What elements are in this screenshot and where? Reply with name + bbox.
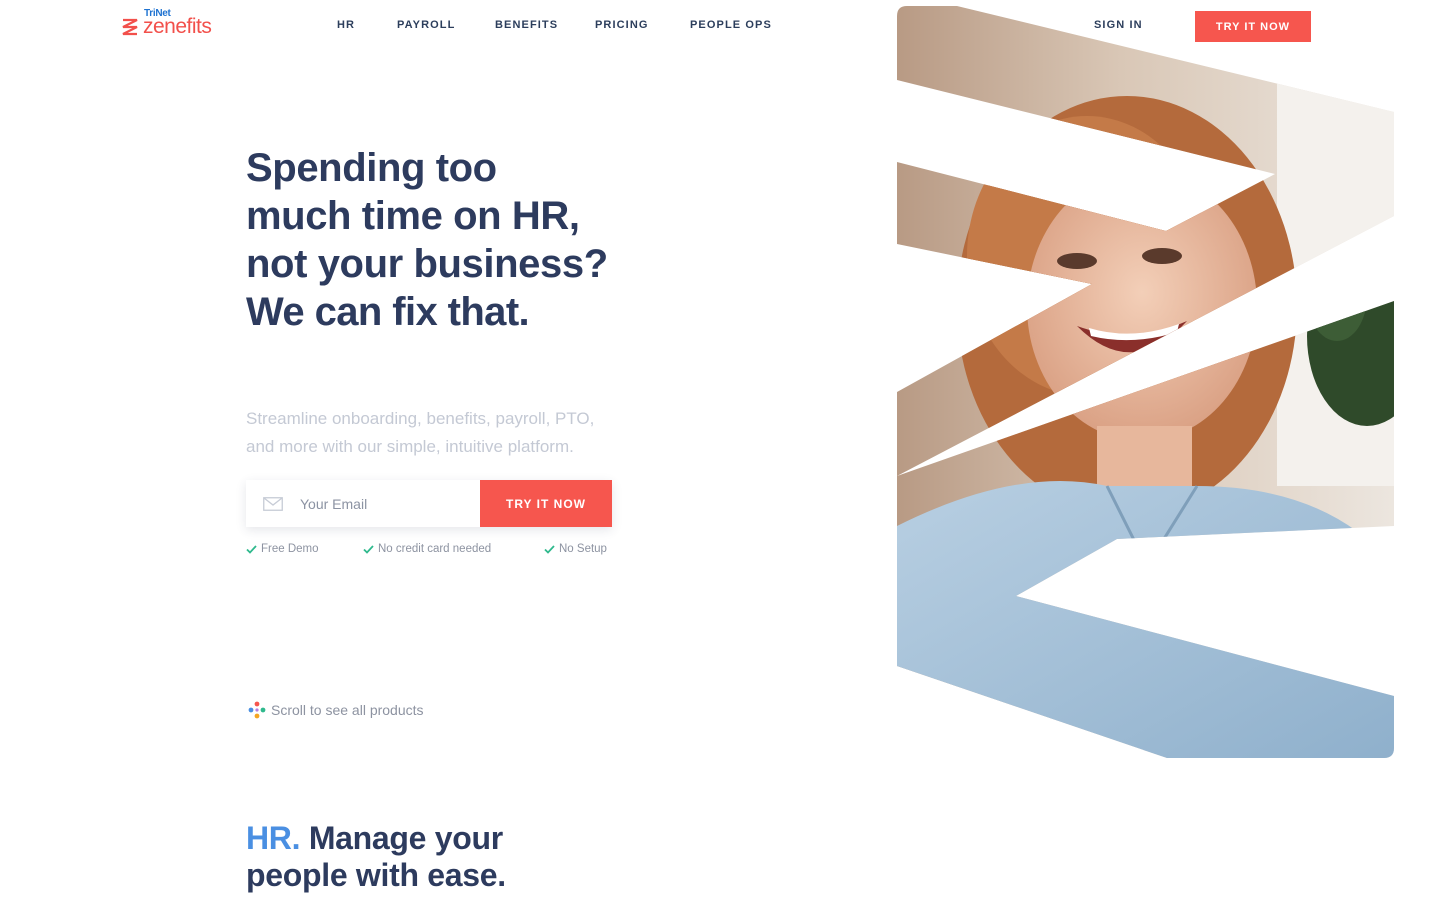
headline-line-2: much time on HR, bbox=[246, 194, 580, 238]
smiling-woman-photo bbox=[897, 6, 1394, 758]
hr-accent: HR. bbox=[246, 820, 301, 856]
colorful-dots-icon bbox=[248, 701, 266, 719]
subhead-line-1: Streamline onboarding, benefits, payroll… bbox=[246, 409, 595, 428]
perk-no-setup: No Setup bbox=[544, 543, 607, 555]
nav-item-payroll[interactable]: PAYROLL bbox=[397, 19, 455, 31]
hero-subhead: Streamline onboarding, benefits, payroll… bbox=[246, 405, 646, 461]
headline-line-1: Spending too bbox=[246, 146, 497, 190]
perk-label: No Setup bbox=[559, 543, 607, 555]
nav-item-pricing[interactable]: PRICING bbox=[595, 19, 649, 31]
envelope-icon bbox=[263, 496, 283, 511]
checkmark-icon bbox=[246, 544, 257, 554]
perk-free-demo: Free Demo bbox=[246, 543, 319, 555]
hero-headline: Spending too much time on HR, not your b… bbox=[246, 144, 666, 336]
zenefits-logo[interactable]: TriNet zenefits bbox=[122, 8, 232, 42]
nav-item-people-ops[interactable]: PEOPLE OPS bbox=[690, 19, 772, 31]
hr-section-heading: HR. Manage your people with ease. bbox=[246, 820, 506, 894]
perk-no-credit-card: No credit card needed bbox=[363, 543, 491, 555]
perk-label: Free Demo bbox=[261, 543, 319, 555]
email-input[interactable] bbox=[300, 495, 470, 512]
email-signup-form: TRY IT NOW bbox=[246, 480, 612, 527]
nav-item-hr[interactable]: HR bbox=[337, 19, 355, 31]
email-field-wrapper[interactable] bbox=[246, 480, 480, 527]
logo-product-name: zenefits bbox=[143, 15, 212, 38]
hr-title-rest: Manage your bbox=[308, 820, 503, 856]
headline-strong: We can fix that. bbox=[246, 290, 530, 334]
subhead-line-2: and more with our simple, intuitive plat… bbox=[246, 437, 574, 456]
zenefits-mark-icon bbox=[122, 18, 138, 36]
nav-item-benefits[interactable]: BENEFITS bbox=[495, 19, 558, 31]
scroll-hint-label: Scroll to see all products bbox=[271, 702, 424, 718]
checkmark-icon bbox=[363, 544, 374, 554]
perk-label: No credit card needed bbox=[378, 543, 492, 555]
perks-list: Free Demo No credit card needed No Setup bbox=[246, 543, 616, 559]
headline-line-3: not your business? bbox=[246, 242, 608, 286]
try-it-now-button[interactable]: TRY IT NOW bbox=[480, 480, 612, 527]
scroll-to-products-link[interactable]: Scroll to see all products bbox=[248, 701, 424, 719]
hr-title-line-2: people with ease. bbox=[246, 857, 506, 893]
checkmark-icon bbox=[544, 544, 555, 554]
